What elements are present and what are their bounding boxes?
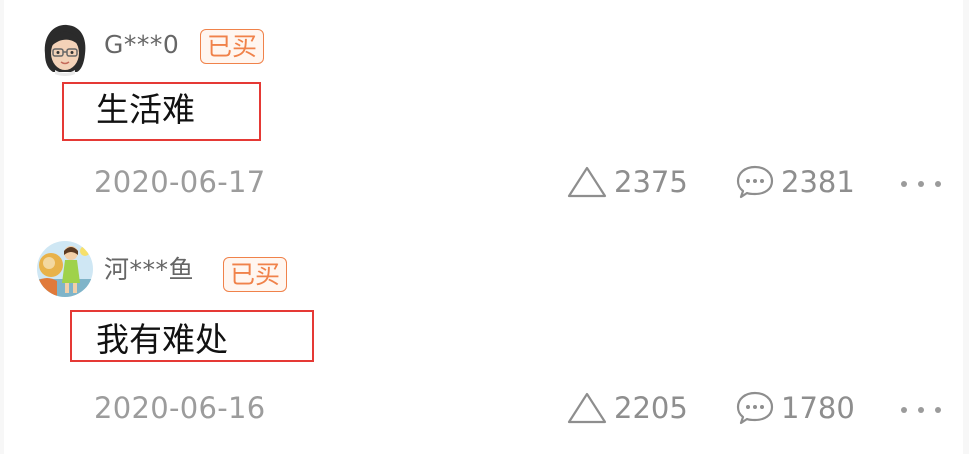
reply-button[interactable]: 1780 [735,390,855,426]
more-options-button[interactable] [901,172,941,196]
more-dot-icon [901,181,907,187]
like-triangle-icon [567,392,607,424]
comment-text: 生活难 [96,90,195,129]
chat-bubble-icon [736,391,774,425]
more-dot-icon [918,407,924,413]
username[interactable]: 河***鱼 [104,255,194,285]
avatar[interactable] [37,20,93,76]
username[interactable]: G***0 [104,30,179,60]
more-dot-icon [918,181,924,187]
cartoon-girl-glasses-icon [37,20,93,76]
reply-count: 2381 [781,165,855,199]
more-dot-icon [935,407,941,413]
comment-date: 2020-06-17 [94,165,266,199]
like-count: 2205 [614,391,688,425]
comment-list: G***0 已买 生活难 2020-06-17 2375 2381 河***鱼 … [4,0,963,454]
purchased-badge: 已买 [223,257,288,292]
colorful-character-icon [37,241,93,297]
reply-count: 1780 [781,391,855,425]
comment-item: G***0 已买 生活难 2020-06-17 2375 2381 [4,0,963,226]
like-button[interactable]: 2205 [566,390,688,426]
like-count: 2375 [614,165,688,199]
more-dot-icon [901,407,907,413]
more-options-button[interactable] [901,398,941,422]
like-button[interactable]: 2375 [566,164,688,200]
more-dot-icon [935,181,941,187]
chat-bubble-icon [736,165,774,199]
comment-text: 我有难处 [96,320,228,359]
avatar[interactable] [37,241,93,297]
like-triangle-icon [567,166,607,198]
reply-button[interactable]: 2381 [735,164,855,200]
comment-date: 2020-06-16 [94,391,266,425]
comment-item: 河***鱼 已买 我有难处 2020-06-16 2205 1780 [4,226,963,452]
purchased-badge: 已买 [200,29,265,64]
